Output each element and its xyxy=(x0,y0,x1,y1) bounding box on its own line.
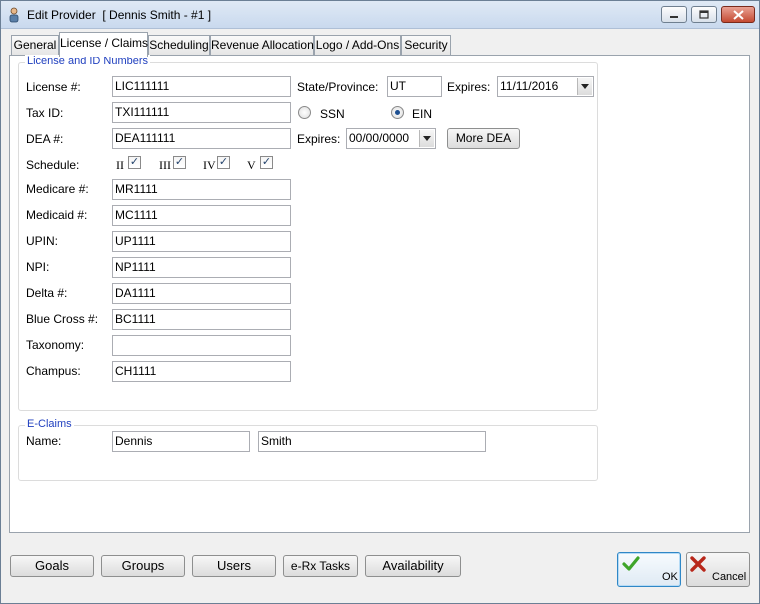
dea-input[interactable]: DEA111111 xyxy=(112,128,291,149)
medicaid-input[interactable]: MC1111 xyxy=(112,205,291,226)
dea-expires-label: Expires: xyxy=(297,132,341,146)
cancel-label: Cancel xyxy=(712,571,747,583)
champus-label: Champus: xyxy=(26,364,81,378)
upin-input[interactable]: UP1111 xyxy=(112,231,291,252)
title-bar: Edit Provider [ Dennis Smith - #1 ] xyxy=(1,1,759,29)
schedule-iv-checkbox[interactable]: ✓ xyxy=(217,156,230,169)
maximize-button[interactable] xyxy=(691,6,717,23)
tab-security[interactable]: Security xyxy=(401,35,451,56)
blue-cross-label: Blue Cross #: xyxy=(26,312,99,326)
schedule-v-checkbox[interactable]: ✓ xyxy=(260,156,273,169)
ein-label: EIN xyxy=(412,107,433,121)
cancel-x-icon xyxy=(690,556,706,572)
close-icon xyxy=(732,9,744,20)
ok-label: OK xyxy=(662,571,678,583)
eclaims-last-name-input[interactable]: Smith xyxy=(258,431,486,452)
eclaims-first-name-input[interactable]: Dennis xyxy=(112,431,250,452)
schedule-iv-label: IV xyxy=(203,158,216,172)
groups-button[interactable]: Groups xyxy=(101,555,185,577)
tab-revenue-allocation[interactable]: Revenue Allocation xyxy=(210,35,314,56)
taxonomy-label: Taxonomy: xyxy=(26,338,85,352)
minimize-icon xyxy=(670,15,678,18)
erx-tasks-button[interactable]: e-Rx Tasks xyxy=(283,555,358,577)
tab-scheduling[interactable]: Scheduling xyxy=(148,35,210,56)
dea-expires-value: 00/00/0000 xyxy=(349,131,410,145)
availability-button[interactable]: Availability xyxy=(365,555,461,577)
npi-label: NPI: xyxy=(26,260,50,274)
license-label: License #: xyxy=(26,80,81,94)
schedule-ii-checkbox[interactable]: ✓ xyxy=(128,156,141,169)
schedule-iii-label: III xyxy=(159,158,171,172)
minimize-button[interactable] xyxy=(661,6,687,23)
blue-cross-input[interactable]: BC1111 xyxy=(112,309,291,330)
medicare-label: Medicare #: xyxy=(26,182,89,196)
npi-input[interactable]: NP1111 xyxy=(112,257,291,278)
delta-label: Delta #: xyxy=(26,286,68,300)
tax-id-input[interactable]: TXI111111 xyxy=(112,102,291,123)
schedule-label: Schedule: xyxy=(26,158,80,172)
schedule-iii-checkbox[interactable]: ✓ xyxy=(173,156,186,169)
upin-label: UPIN: xyxy=(26,234,59,248)
medicaid-label: Medicaid #: xyxy=(26,208,88,222)
cancel-button[interactable]: Cancel xyxy=(686,552,750,587)
maximize-icon xyxy=(699,10,709,19)
schedule-v-label: V xyxy=(247,158,256,172)
window-title: Edit Provider [ Dennis Smith - #1 ] xyxy=(27,8,212,22)
e-claims-group-title: E-Claims xyxy=(25,418,74,430)
ein-radio[interactable] xyxy=(391,106,404,119)
goals-button[interactable]: Goals xyxy=(10,555,94,577)
more-dea-button[interactable]: More DEA xyxy=(447,128,520,149)
ok-check-icon xyxy=(622,556,640,571)
tax-id-label: Tax ID: xyxy=(26,106,64,120)
license-expires-label: Expires: xyxy=(447,80,491,94)
license-expires-datepicker[interactable]: 11/11/2016 xyxy=(497,76,594,97)
schedule-ii-label: II xyxy=(116,158,124,172)
tab-license-claims[interactable]: License / Claims xyxy=(59,32,148,57)
license-input[interactable]: LIC111111 xyxy=(112,76,291,97)
dea-expires-dropdown-button[interactable] xyxy=(419,130,434,147)
ssn-radio[interactable] xyxy=(298,106,311,119)
dea-label: DEA #: xyxy=(26,132,64,146)
delta-input[interactable]: DA1111 xyxy=(112,283,291,304)
edit-provider-window: Edit Provider [ Dennis Smith - #1 ] Gene… xyxy=(0,0,760,604)
ok-button[interactable]: OK xyxy=(617,552,681,587)
champus-input[interactable]: CH1111 xyxy=(112,361,291,382)
close-button[interactable] xyxy=(721,6,755,23)
taxonomy-input[interactable] xyxy=(112,335,291,356)
ssn-label: SSN xyxy=(320,107,345,121)
users-button[interactable]: Users xyxy=(192,555,276,577)
license-expires-value: 11/11/2016 xyxy=(500,79,559,93)
tab-logo-add-ons[interactable]: Logo / Add-Ons xyxy=(314,35,401,56)
state-province-label: State/Province: xyxy=(297,80,379,94)
tab-general[interactable]: General xyxy=(11,35,59,56)
state-province-input[interactable]: UT xyxy=(387,76,442,97)
dropdown-arrow-icon xyxy=(423,136,431,141)
dea-expires-datepicker[interactable]: 00/00/0000 xyxy=(346,128,436,149)
eclaims-name-label: Name: xyxy=(26,434,62,448)
provider-icon xyxy=(9,7,19,23)
dropdown-arrow-icon xyxy=(581,84,589,89)
medicare-input[interactable]: MR1111 xyxy=(112,179,291,200)
license-expires-dropdown-button[interactable] xyxy=(577,78,592,95)
